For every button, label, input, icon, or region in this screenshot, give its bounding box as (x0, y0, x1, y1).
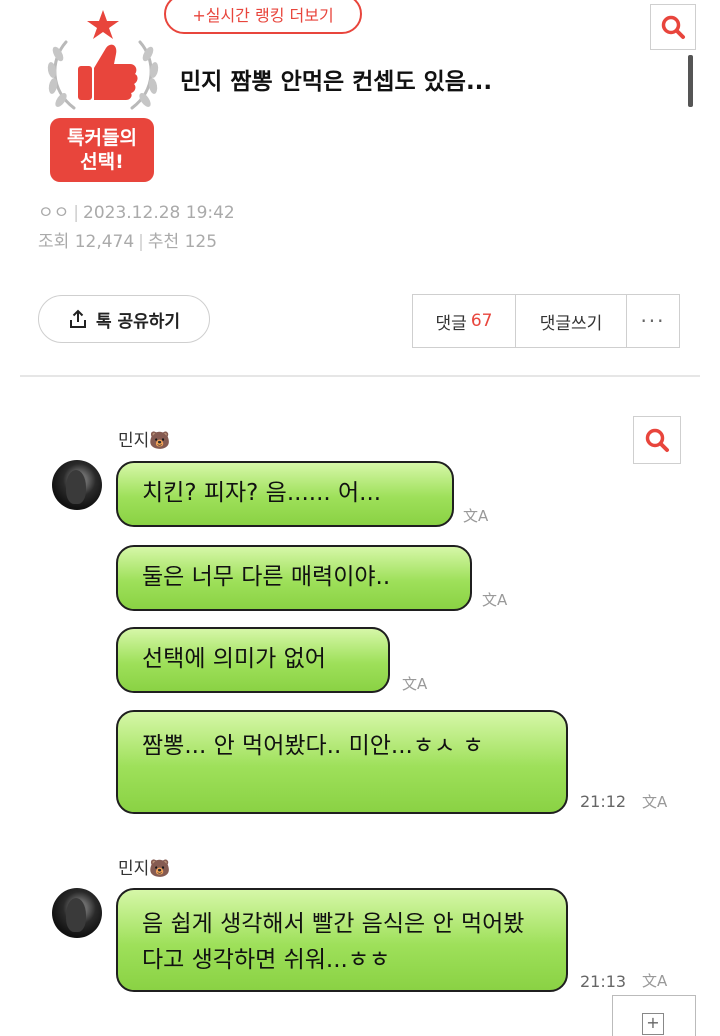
stats-separator: | (138, 232, 144, 252)
post-stats: 조회 12,474 | 추천 125 (38, 227, 217, 252)
chat-bubble: 선택에 의미가 없어 (116, 627, 390, 693)
message-time: 21:13 (580, 972, 627, 991)
post-meta: ㅇㅇ | 2023.12.28 19:42 (38, 198, 235, 223)
chat-bubble: 치킨? 피자? 음...... 어... (116, 461, 454, 527)
scroll-indicator[interactable] (688, 55, 693, 107)
message-time: 21:12 (580, 792, 627, 811)
search-button[interactable] (650, 4, 696, 50)
section-divider (20, 375, 700, 377)
post-title: 민지 짬뽕 안먹은 컨셉도 있음... (180, 69, 493, 95)
talk-share-button[interactable]: 톡 공유하기 (38, 295, 210, 343)
chat-sender-name: 민지🐻 (118, 859, 171, 879)
comments-button[interactable]: 댓글 67 (413, 295, 516, 347)
chat-message-text: 선택에 의미가 없어 (142, 646, 326, 672)
write-comment-button[interactable]: 댓글쓰기 (516, 295, 627, 347)
star-icon (87, 10, 119, 39)
views-label: 조회 (38, 232, 70, 252)
chat-message-text: 음 쉽게 생각해서 빨간 음식은 안 먹어봤다고 생각하면 쉬워...ㅎㅎ (142, 911, 525, 973)
badge-line-1: 톡커들의 (67, 127, 137, 149)
chat-message-text: 둘은 너무 다른 매력이야.. (142, 564, 391, 590)
write-comment-label: 댓글쓰기 (539, 313, 603, 334)
share-label: 톡 공유하기 (95, 311, 181, 332)
search-icon (645, 428, 669, 452)
chat-bubble: 짬뽕... 안 먹어봤다.. 미안...ㅎㅅ ㅎ (116, 710, 568, 814)
post-date: 2023.12.28 19:42 (83, 203, 235, 223)
recommend-label: 추천 (147, 232, 180, 252)
chat-message-text: 치킨? 피자? 음...... 어... (142, 480, 382, 506)
translate-icon[interactable]: 文A (463, 505, 488, 526)
translate-icon[interactable]: 文A (642, 970, 667, 991)
badge-line-2: 선택! (80, 151, 124, 173)
plus-icon[interactable]: + (642, 1013, 664, 1035)
views-count: 12,474 (74, 232, 135, 252)
share-icon (69, 309, 86, 328)
thumbs-up-icon (78, 44, 138, 100)
author-name: ㅇㅇ (38, 203, 70, 223)
translate-icon[interactable]: 文A (482, 589, 507, 610)
chat-bubble: 둘은 너무 다른 매력이야.. (116, 545, 472, 611)
avatar (52, 460, 102, 510)
translate-icon[interactable]: 文A (402, 673, 427, 694)
translate-icon[interactable]: 文A (642, 791, 667, 812)
chat-sender-name: 민지🐻 (118, 431, 171, 451)
comments-count: 67 (470, 311, 493, 331)
search-icon (661, 15, 685, 39)
chat-message-text: 짬뽕... 안 먹어봤다.. 미안...ㅎㅅ ㅎ (142, 733, 484, 759)
more-options-button[interactable]: ··· (627, 295, 679, 347)
chat-bubble: 음 쉽게 생각해서 빨간 음식은 안 먹어봤다고 생각하면 쉬워...ㅎㅎ (116, 888, 568, 992)
comment-actions: 댓글 67 댓글쓰기 ··· (412, 294, 680, 348)
avatar (52, 888, 102, 938)
recommend-count: 125 (184, 232, 218, 252)
toker-choice-badge: 톡커들의 선택! (36, 8, 170, 186)
realtime-ranking-link[interactable]: +실시간 랭킹 더보기 (164, 0, 362, 34)
laurel-thumbs-up-emblem (47, 10, 159, 110)
comments-label: 댓글 (435, 313, 467, 334)
meta-separator: | (73, 203, 80, 223)
chat-search-button[interactable] (633, 416, 681, 464)
toker-choice-label: 톡커들의 선택! (50, 118, 154, 182)
more-dots-icon: ··· (640, 309, 666, 333)
